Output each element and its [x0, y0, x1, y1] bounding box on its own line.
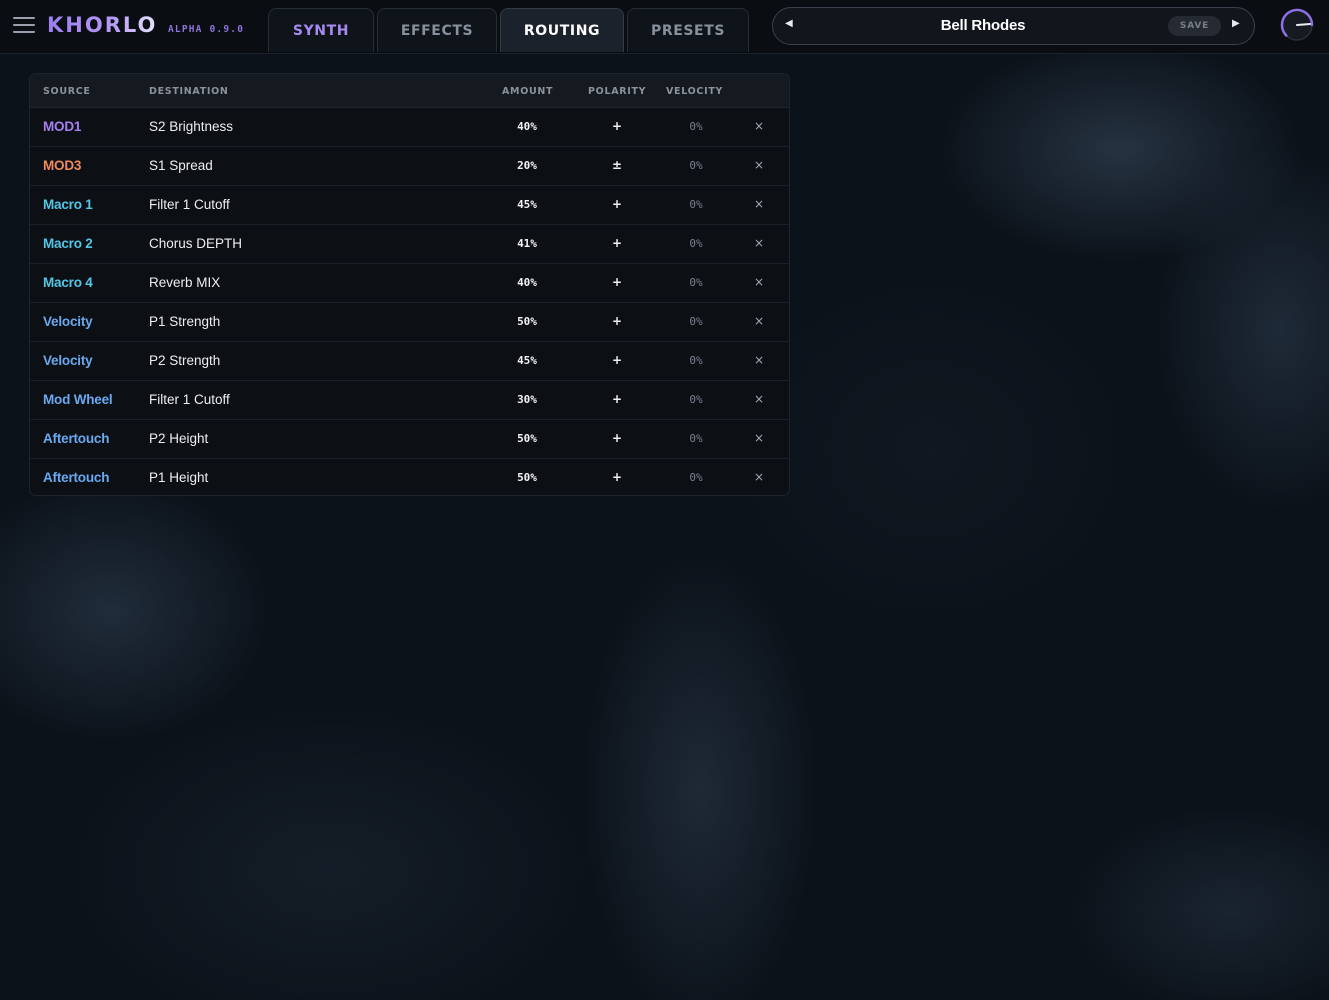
master-volume-knob[interactable] — [1280, 8, 1314, 42]
velocity-value[interactable]: 0% — [676, 393, 716, 406]
save-button[interactable]: SAVE — [1168, 16, 1221, 36]
destination-name[interactable]: P1 Strength — [149, 314, 220, 329]
routing-row: MOD1 S2 Brightness 40% + 0% × — [30, 108, 789, 147]
close-icon[interactable]: × — [749, 470, 769, 484]
source-name[interactable]: Velocity — [43, 314, 93, 329]
polarity-toggle[interactable]: + — [600, 353, 634, 367]
header-amount: AMOUNT — [502, 86, 554, 97]
routing-row: Macro 1 Filter 1 Cutoff 45% + 0% × — [30, 186, 789, 225]
header-destination: DESTINATION — [149, 86, 229, 97]
velocity-value[interactable]: 0% — [676, 276, 716, 289]
close-icon[interactable]: × — [749, 392, 769, 406]
velocity-value[interactable]: 0% — [676, 120, 716, 133]
source-name[interactable]: Macro 1 — [43, 197, 93, 212]
polarity-toggle[interactable]: + — [600, 236, 634, 250]
velocity-value[interactable]: 0% — [676, 354, 716, 367]
main-tabs: SYNTH EFFECTS ROUTING PRESETS — [268, 8, 752, 53]
source-name[interactable]: Macro 2 — [43, 236, 93, 251]
routing-row: Velocity P2 Strength 45% + 0% × — [30, 342, 789, 381]
close-icon[interactable]: × — [749, 314, 769, 328]
header-source: SOURCE — [43, 86, 91, 97]
amount-value[interactable]: 50% — [502, 471, 552, 484]
top-bar: KHORLO ALPHA 0.9.0 SYNTH EFFECTS ROUTING… — [0, 0, 1329, 54]
destination-name[interactable]: Filter 1 Cutoff — [149, 197, 230, 212]
triangle-right-icon[interactable]: ▶ — [1232, 18, 1240, 29]
source-name[interactable]: Aftertouch — [43, 470, 109, 485]
source-name[interactable]: Aftertouch — [43, 431, 109, 446]
destination-name[interactable]: P1 Height — [149, 470, 208, 485]
tab-effects[interactable]: EFFECTS — [377, 8, 497, 52]
routing-row: MOD3 S1 Spread 20% ± 0% × — [30, 147, 789, 186]
polarity-toggle[interactable]: + — [600, 119, 634, 133]
polarity-toggle[interactable]: + — [600, 275, 634, 289]
routing-row: Aftertouch P1 Height 50% + 0% × — [30, 459, 789, 495]
close-icon[interactable]: × — [749, 431, 769, 445]
amount-value[interactable]: 20% — [502, 159, 552, 172]
close-icon[interactable]: × — [749, 275, 769, 289]
velocity-value[interactable]: 0% — [676, 315, 716, 328]
modulation-routing-table: SOURCE DESTINATION AMOUNT POLARITY VELOC… — [29, 73, 790, 496]
routing-row: Macro 4 Reverb MIX 40% + 0% × — [30, 264, 789, 303]
tab-synth[interactable]: SYNTH — [268, 8, 374, 52]
destination-name[interactable]: S1 Spread — [149, 158, 213, 173]
destination-name[interactable]: P2 Height — [149, 431, 208, 446]
menu-icon[interactable] — [13, 17, 35, 33]
amount-value[interactable]: 40% — [502, 276, 552, 289]
polarity-toggle[interactable]: + — [600, 314, 634, 328]
close-icon[interactable]: × — [749, 119, 769, 133]
destination-name[interactable]: Filter 1 Cutoff — [149, 392, 230, 407]
source-name[interactable]: Macro 4 — [43, 275, 93, 290]
routing-row: Velocity P1 Strength 50% + 0% × — [30, 303, 789, 342]
amount-value[interactable]: 50% — [502, 315, 552, 328]
table-header: SOURCE DESTINATION AMOUNT POLARITY VELOC… — [30, 74, 789, 108]
amount-value[interactable]: 45% — [502, 198, 552, 211]
tab-presets[interactable]: PRESETS — [627, 8, 749, 52]
amount-value[interactable]: 41% — [502, 237, 552, 250]
tab-routing[interactable]: ROUTING — [500, 8, 624, 52]
amount-value[interactable]: 30% — [502, 393, 552, 406]
velocity-value[interactable]: 0% — [676, 471, 716, 484]
source-name[interactable]: Mod Wheel — [43, 392, 113, 407]
source-name[interactable]: Velocity — [43, 353, 93, 368]
version-label: ALPHA 0.9.0 — [168, 24, 245, 35]
preset-browser: ◀ Bell Rhodes SAVE ▶ — [772, 7, 1255, 45]
source-name[interactable]: MOD1 — [43, 119, 81, 134]
velocity-value[interactable]: 0% — [676, 198, 716, 211]
header-velocity: VELOCITY — [666, 86, 724, 97]
routing-row: Macro 2 Chorus DEPTH 41% + 0% × — [30, 225, 789, 264]
polarity-toggle[interactable]: + — [600, 470, 634, 484]
velocity-value[interactable]: 0% — [676, 432, 716, 445]
destination-name[interactable]: P2 Strength — [149, 353, 220, 368]
polarity-toggle[interactable]: + — [600, 197, 634, 211]
amount-value[interactable]: 40% — [502, 120, 552, 133]
preset-name[interactable]: Bell Rhodes — [883, 17, 1083, 34]
amount-value[interactable]: 45% — [502, 354, 552, 367]
velocity-value[interactable]: 0% — [676, 237, 716, 250]
amount-value[interactable]: 50% — [502, 432, 552, 445]
polarity-toggle[interactable]: + — [600, 431, 634, 445]
polarity-toggle[interactable]: ± — [600, 158, 634, 172]
routing-rows: MOD1 S2 Brightness 40% + 0% × MOD3 S1 Sp… — [30, 108, 789, 495]
close-icon[interactable]: × — [749, 197, 769, 211]
close-icon[interactable]: × — [749, 236, 769, 250]
app-logo: KHORLO — [47, 13, 158, 37]
close-icon[interactable]: × — [749, 353, 769, 367]
destination-name[interactable]: S2 Brightness — [149, 119, 233, 134]
header-polarity: POLARITY — [588, 86, 647, 97]
source-name[interactable]: MOD3 — [43, 158, 81, 173]
close-icon[interactable]: × — [749, 158, 769, 172]
routing-row: Mod Wheel Filter 1 Cutoff 30% + 0% × — [30, 381, 789, 420]
velocity-value[interactable]: 0% — [676, 159, 716, 172]
triangle-left-icon[interactable]: ◀ — [785, 18, 793, 29]
destination-name[interactable]: Chorus DEPTH — [149, 236, 242, 251]
routing-row: Aftertouch P2 Height 50% + 0% × — [30, 420, 789, 459]
destination-name[interactable]: Reverb MIX — [149, 275, 220, 290]
polarity-toggle[interactable]: + — [600, 392, 634, 406]
